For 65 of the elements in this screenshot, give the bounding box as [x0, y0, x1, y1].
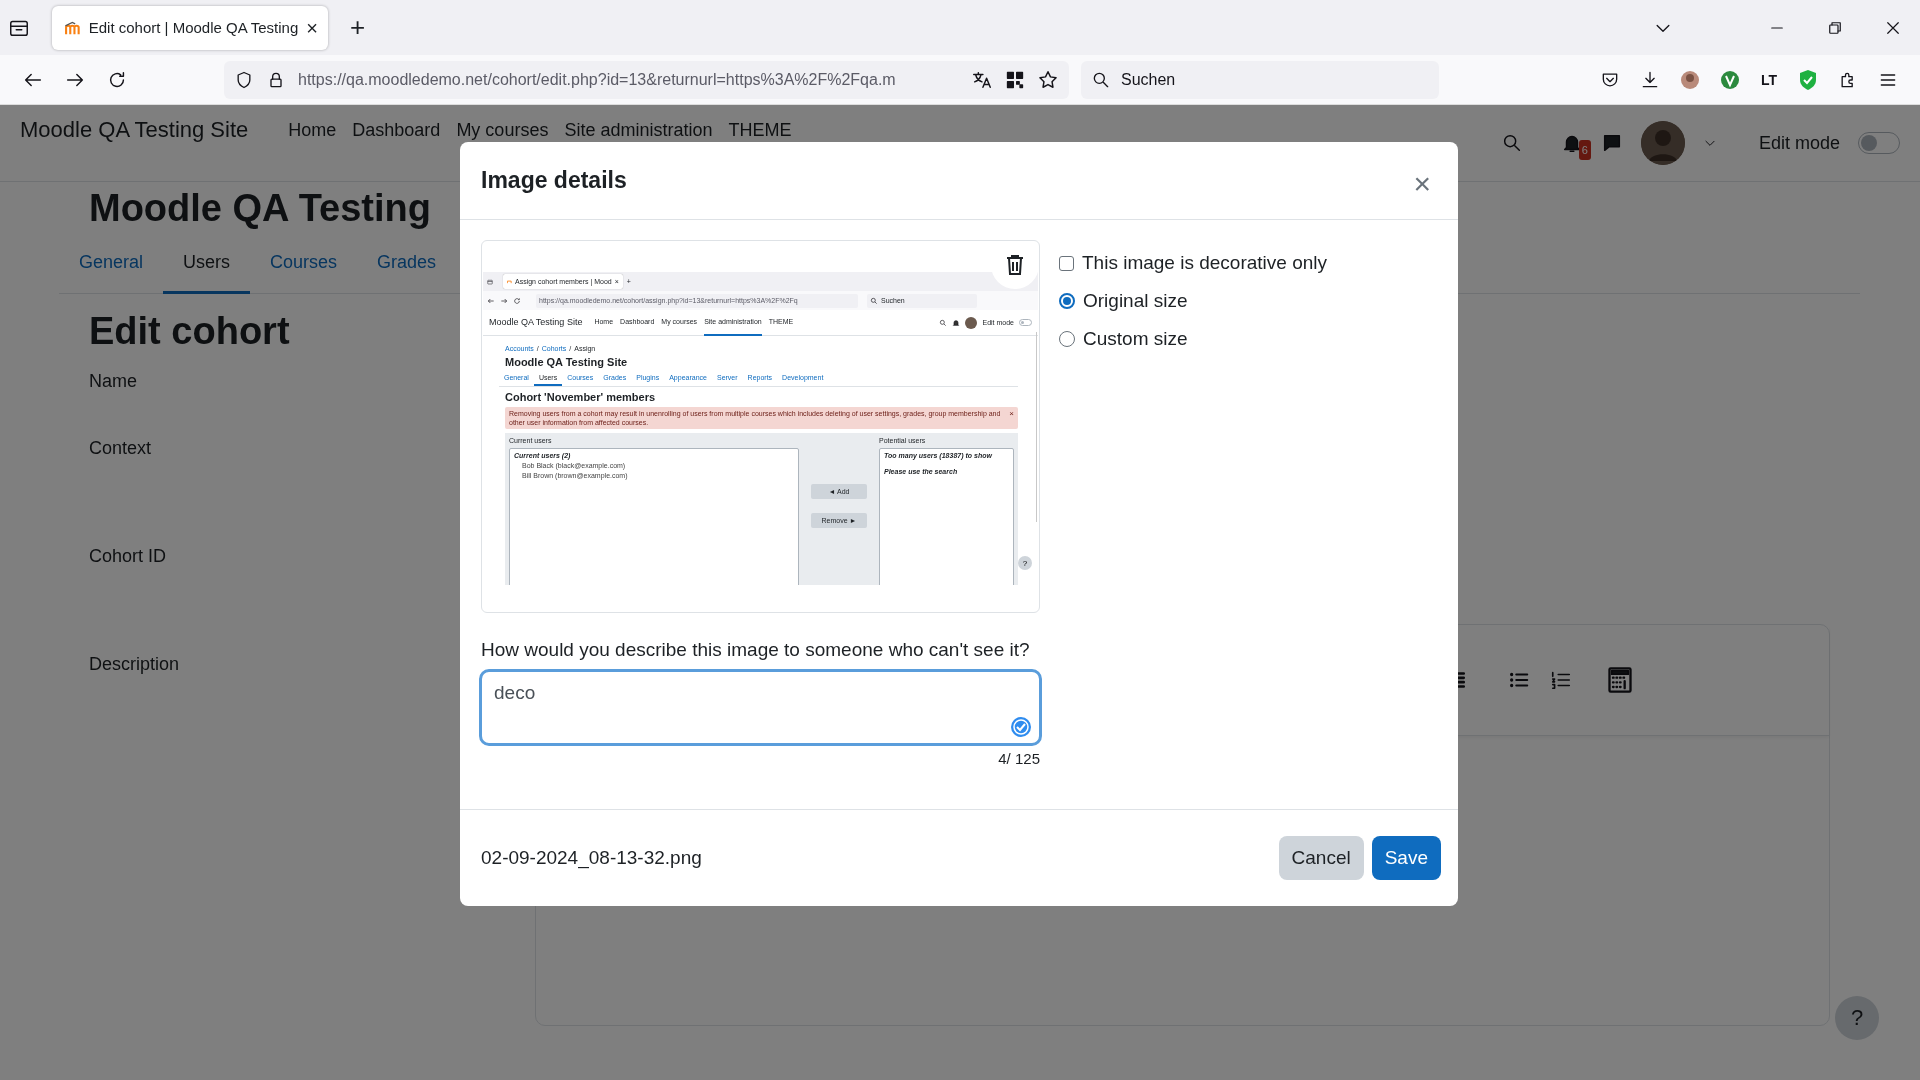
radio-label: Original size	[1083, 290, 1188, 312]
page-tab[interactable]: General	[59, 234, 164, 294]
checkbox-label: This image is decorative only	[1082, 252, 1327, 274]
trash-icon	[1005, 254, 1025, 276]
field-label: Context	[89, 438, 152, 458]
new-tab-button[interactable]: +	[350, 12, 366, 43]
save-button[interactable]: Save	[1371, 836, 1441, 880]
bell-icon	[952, 318, 961, 327]
back-icon	[487, 296, 495, 305]
calculator-icon[interactable]	[1606, 665, 1634, 695]
field-label: Name	[89, 371, 137, 391]
search-icon	[939, 318, 948, 327]
forward-icon	[500, 296, 508, 305]
qr-code-icon[interactable]	[1005, 69, 1025, 90]
search-field[interactable]: Suchen	[1081, 60, 1439, 99]
page-tab[interactable]: Courses	[250, 234, 358, 294]
nav-link[interactable]: Dashboard	[352, 120, 441, 140]
help-button[interactable]: ?	[1018, 556, 1032, 570]
nav-link[interactable]: Home	[288, 120, 337, 140]
file-name: 02-09-2024_08-13-32.png	[481, 847, 702, 869]
check-icon	[1010, 716, 1032, 738]
description-label: How would you describe this image to someone who can't see it?	[481, 639, 1031, 661]
star-icon[interactable]	[1037, 68, 1059, 91]
address-bar[interactable]: https://qa.moodledemo.net/cohort/edit.php?id=13&returnurl=https%3A%2F%2Fqa.m	[224, 60, 1069, 99]
size-radio[interactable]	[1059, 293, 1075, 309]
site-name: Moodle QA Testing Site	[489, 318, 583, 327]
field-label: Cohort ID	[89, 546, 167, 566]
profile-icon[interactable]	[1679, 69, 1700, 90]
edit-mode-toggle[interactable]	[1858, 132, 1900, 154]
extension-icon[interactable]	[1719, 69, 1740, 90]
avatar[interactable]	[1640, 121, 1685, 165]
dialog-title: Image details	[481, 167, 627, 194]
page-heading: Moodle QA Testing Site	[505, 356, 628, 369]
tab-title: Edit cohort | Moodle QA Testing	[88, 19, 299, 36]
reload-icon	[513, 296, 521, 305]
site-heading: Moodle QA Testing	[89, 186, 431, 230]
shield-check-icon[interactable]	[1798, 68, 1818, 91]
field-label: Description	[89, 654, 180, 674]
cancel-button[interactable]: Cancel	[1278, 836, 1364, 880]
numbered-list-icon[interactable]	[1550, 669, 1572, 691]
page-title: Edit cohort	[89, 310, 290, 353]
nav-link[interactable]: Site administration	[564, 120, 713, 140]
nav-link[interactable]: THEME	[728, 120, 792, 140]
avatar	[965, 316, 978, 329]
moodle-logo-icon	[64, 19, 81, 36]
edit-mode-label: Edit mode	[1758, 133, 1840, 153]
description-field[interactable]: deco	[479, 669, 1042, 746]
page-tab[interactable]: Grades	[357, 234, 457, 294]
site-name[interactable]: Moodle QA Testing Site	[20, 120, 249, 140]
page-tab[interactable]: Users	[163, 234, 251, 294]
alert-close-icon: ×	[1009, 409, 1014, 427]
section-title: Cohort 'November' members	[505, 391, 656, 404]
browser-tab[interactable]: Edit cohort | Moodle QA Testing ×	[52, 5, 328, 50]
tab-close-icon[interactable]: ×	[306, 17, 318, 38]
nav-link[interactable]: My courses	[456, 120, 549, 140]
moodle-logo-icon	[507, 279, 512, 284]
help-button[interactable]: ?	[1835, 996, 1879, 1040]
decorative-checkbox[interactable]	[1059, 255, 1074, 271]
close-button[interactable]: ×	[1407, 166, 1437, 201]
extension-label[interactable]: LT	[1760, 71, 1777, 88]
radio-label: Custom size	[1083, 328, 1188, 350]
tab-list-icon	[487, 278, 493, 285]
character-counter: 4/ 125	[998, 750, 1040, 767]
notification-badge: 6	[1578, 140, 1591, 160]
search-icon	[870, 296, 878, 305]
